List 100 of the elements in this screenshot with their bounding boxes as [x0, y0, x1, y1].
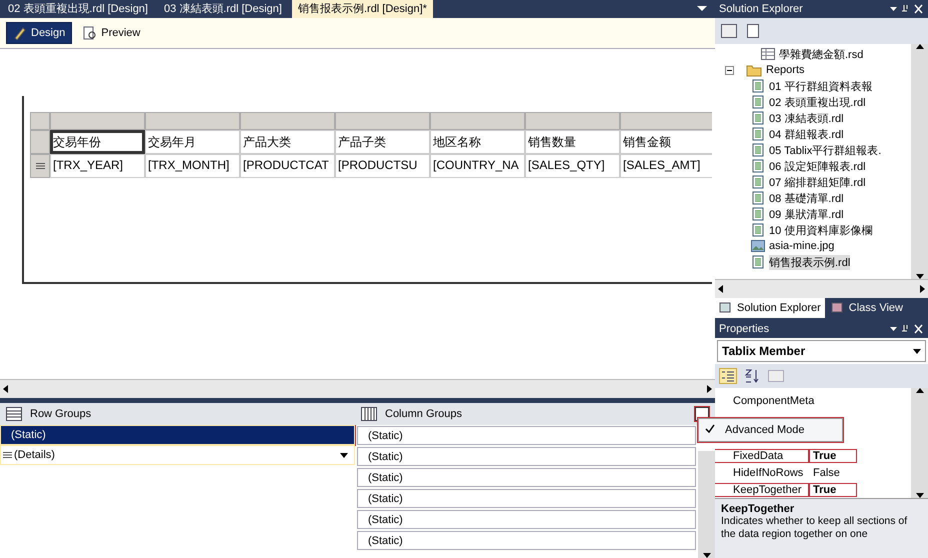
- field-cell[interactable]: [TRX_MONTH]: [145, 154, 240, 178]
- property-value[interactable]: False: [809, 466, 860, 478]
- tree-item[interactable]: 10 使用資料庫影像欄: [769, 222, 872, 238]
- property-name[interactable]: FixedData: [715, 450, 809, 462]
- property-name[interactable]: KeepTogether: [715, 484, 809, 496]
- field-cell[interactable]: [PRODUCTCAT: [240, 154, 335, 178]
- column-group-item[interactable]: (Static): [357, 468, 696, 487]
- column-group-item[interactable]: (Static): [357, 531, 696, 550]
- vertical-scrollbar[interactable]: [911, 44, 928, 279]
- row-groups-icon: [6, 407, 22, 421]
- object-dropdown[interactable]: Tablix Member: [717, 340, 926, 362]
- column-group-item[interactable]: (Static): [357, 510, 696, 529]
- tree-item[interactable]: 08 基礎清單.rdl: [769, 190, 844, 206]
- tree-item[interactable]: 05 Tablix平行群組報表.: [769, 142, 882, 158]
- tree-item[interactable]: 02 表頭重複出現.rdl: [769, 94, 866, 110]
- details-icon[interactable]: [3, 451, 12, 459]
- tree-item[interactable]: Reports: [766, 64, 805, 76]
- field-cell[interactable]: [PRODUCTSU: [335, 154, 430, 178]
- table-icon: [761, 48, 775, 60]
- tree-item[interactable]: 09 巢狀清單.rdl: [769, 206, 844, 222]
- group-label: (Details): [14, 449, 55, 461]
- tree-item[interactable]: 07 縮排群組矩陣.rdl: [769, 174, 866, 190]
- row-group-item[interactable]: (Details): [0, 445, 355, 465]
- view-tab[interactable]: Preview: [76, 22, 148, 44]
- report-file-icon: [751, 223, 765, 237]
- menu-item[interactable]: Advanced Mode: [698, 418, 843, 442]
- header-cell[interactable]: 交易年月: [145, 130, 240, 154]
- header-cell[interactable]: 产品子类: [335, 130, 430, 154]
- row-group-item[interactable]: (Static): [0, 425, 355, 445]
- panel-tab[interactable]: Class View: [826, 298, 907, 318]
- tree-item[interactable]: 销售报表示例.rdl: [769, 254, 850, 270]
- collapse-toggle[interactable]: [725, 66, 734, 74]
- categorized-icon[interactable]: [719, 368, 737, 384]
- page-magnifier-icon: [83, 26, 98, 40]
- scroll-up-arrow-icon[interactable]: [916, 44, 924, 49]
- panel-tab[interactable]: Solution Explorer: [715, 298, 825, 318]
- tree-item[interactable]: 04 群組報表.rdl: [769, 126, 844, 142]
- header-cell[interactable]: 交易年份: [50, 130, 145, 154]
- property-value[interactable]: True: [809, 450, 856, 462]
- scroll-left-arrow-icon[interactable]: [718, 285, 723, 293]
- pane-title: Properties: [719, 323, 770, 335]
- alphabetical-sort-icon[interactable]: [743, 368, 761, 384]
- report-file-icon: [751, 111, 765, 125]
- report-file-icon: [751, 159, 765, 173]
- header-cell[interactable]: 产品大类: [240, 130, 335, 154]
- report-file-icon: [751, 175, 765, 189]
- description-title: KeepTogether: [721, 503, 796, 515]
- column-handle[interactable]: [620, 112, 712, 130]
- column-handle[interactable]: [240, 112, 335, 130]
- column-groups-icon: [361, 407, 377, 421]
- column-handle[interactable]: [335, 112, 430, 130]
- field-cell[interactable]: [SALES_QTY]: [525, 154, 620, 178]
- dropdown-arrow-icon[interactable]: [340, 452, 348, 458]
- property-name[interactable]: ComponentMeta: [715, 394, 816, 406]
- folder-icon: [746, 64, 762, 76]
- horizontal-scrollbar[interactable]: [715, 279, 928, 298]
- column-handle[interactable]: [525, 112, 620, 130]
- corner-handle[interactable]: [30, 112, 50, 130]
- scroll-left-arrow-icon[interactable]: [3, 385, 8, 393]
- pane-controls-icon[interactable]: [890, 324, 924, 334]
- document-tab[interactable]: 销售报表示例.rdl [Design]*: [292, 0, 433, 18]
- field-cell[interactable]: [TRX_YEAR]: [50, 154, 145, 178]
- tree-item[interactable]: 06 設定矩陣報表.rdl: [769, 158, 866, 174]
- property-name[interactable]: HideIfNoRows: [715, 466, 809, 478]
- tree-item[interactable]: 學雜費總金額.rsd: [779, 46, 864, 62]
- vertical-scrollbar[interactable]: [911, 388, 928, 498]
- pane-title: Row Groups: [30, 408, 92, 420]
- tree-item[interactable]: 01 平行群組資料表報: [769, 78, 872, 94]
- horizontal-scrollbar[interactable]: [0, 379, 715, 398]
- report-file-icon: [751, 95, 765, 109]
- tree-item[interactable]: asia-mine.jpg: [769, 240, 834, 252]
- pane-controls-icon[interactable]: [890, 4, 924, 14]
- pane-title: Column Groups: [385, 408, 462, 420]
- report-file-icon: [751, 79, 765, 93]
- column-handle[interactable]: [430, 112, 525, 130]
- scroll-right-arrow-icon[interactable]: [920, 285, 925, 293]
- column-handle[interactable]: [145, 112, 240, 130]
- report-file-icon: [751, 255, 765, 269]
- checkmark-icon: [705, 424, 715, 433]
- vertical-scrollbar[interactable]: [698, 451, 715, 558]
- column-group-item[interactable]: (Static): [357, 489, 696, 508]
- dropdown-arrow-icon[interactable]: [913, 348, 921, 354]
- image-file-icon: [751, 240, 765, 252]
- scroll-up-arrow-icon[interactable]: [916, 388, 924, 393]
- report-file-icon: [751, 207, 765, 221]
- row-handle[interactable]: [30, 130, 50, 154]
- header-cell[interactable]: 销售数量: [525, 130, 620, 154]
- column-group-item[interactable]: (Static): [357, 426, 696, 445]
- column-group-item[interactable]: (Static): [357, 447, 696, 466]
- column-handle[interactable]: [50, 112, 145, 130]
- details-row-handle[interactable]: [36, 162, 44, 170]
- field-cell[interactable]: [COUNTRY_NA: [430, 154, 525, 178]
- property-value[interactable]: True: [809, 484, 856, 496]
- report-file-icon: [751, 191, 765, 205]
- pencil-ruler-icon: [13, 26, 27, 40]
- header-cell[interactable]: 地区名称: [430, 130, 525, 154]
- document-tab[interactable]: 03 凍結表頭.rdl [Design]: [158, 0, 288, 18]
- tree-item[interactable]: 03 凍結表頭.rdl: [769, 110, 844, 126]
- view-tab[interactable]: Design: [6, 22, 72, 44]
- document-tab[interactable]: 02 表頭重複出現.rdl [Design]: [2, 0, 154, 18]
